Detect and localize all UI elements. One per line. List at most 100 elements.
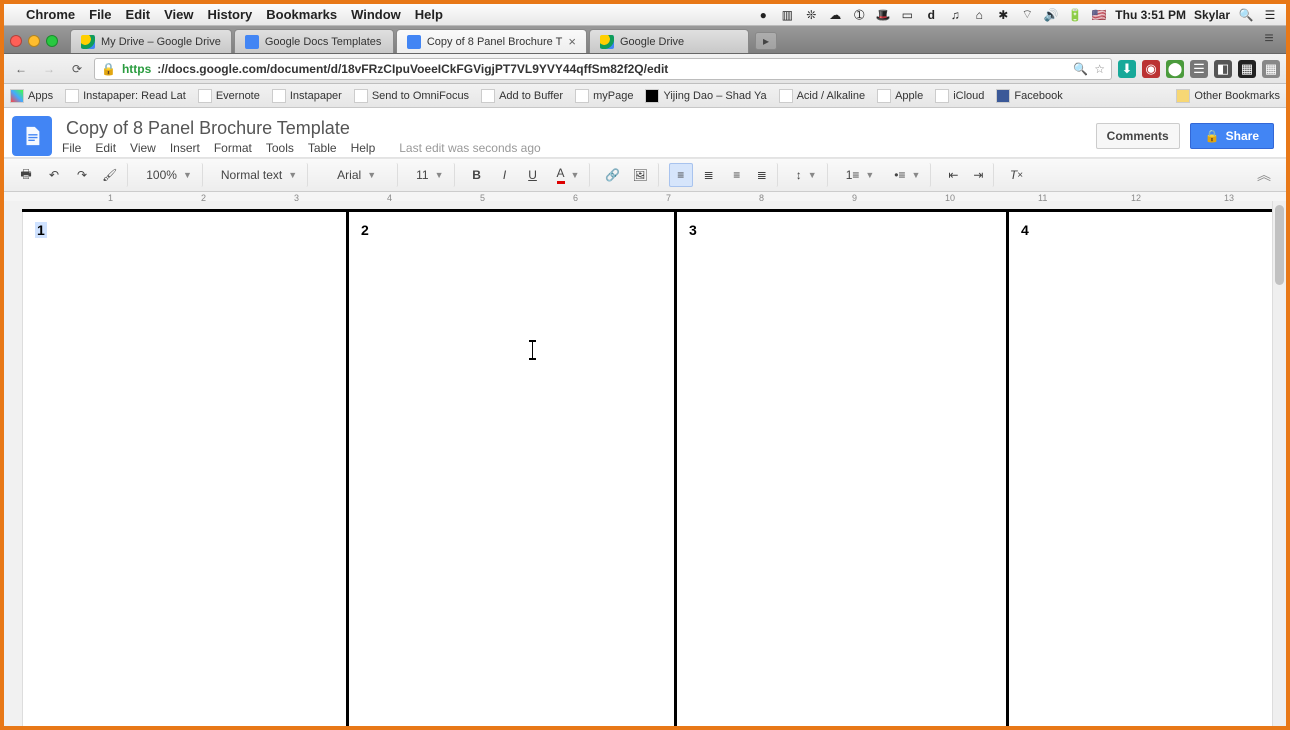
- volume-icon[interactable]: 🔊: [1043, 8, 1059, 22]
- bookmark-item[interactable]: Add to Buffer: [481, 89, 563, 103]
- underline-button[interactable]: U: [521, 163, 545, 187]
- mac-menu-history[interactable]: History: [207, 7, 252, 22]
- scrollbar-thumb[interactable]: [1275, 205, 1284, 285]
- apps-button[interactable]: Apps: [10, 89, 53, 103]
- mac-menu-view[interactable]: View: [164, 7, 193, 22]
- menubar-icon[interactable]: ♫: [947, 8, 963, 22]
- window-close-button[interactable]: [10, 35, 22, 47]
- other-bookmarks-button[interactable]: Other Bookmarks: [1176, 89, 1280, 103]
- app-name[interactable]: Chrome: [26, 7, 75, 22]
- brochure-panel[interactable]: 1: [22, 212, 349, 726]
- bulleted-list-button[interactable]: •≡▼: [886, 163, 931, 187]
- extension-icon[interactable]: ⬤: [1166, 60, 1184, 78]
- menubar-icon[interactable]: ❊: [803, 8, 819, 22]
- align-center-button[interactable]: ≣: [697, 163, 721, 187]
- window-zoom-button[interactable]: [46, 35, 58, 47]
- bookmark-item[interactable]: Apple: [877, 89, 923, 103]
- comments-button[interactable]: Comments: [1096, 123, 1180, 149]
- bookmark-item[interactable]: myPage: [575, 89, 633, 103]
- menubar-icon[interactable]: 🎩: [875, 8, 891, 22]
- extension-icon[interactable]: ◧: [1214, 60, 1232, 78]
- menubar-icon[interactable]: ▭: [899, 8, 915, 22]
- document-page[interactable]: 1 2 3 4: [22, 209, 1276, 726]
- flag-icon[interactable]: 🇺🇸: [1091, 8, 1107, 22]
- clear-formatting-button[interactable]: T×: [1004, 163, 1028, 187]
- decrease-indent-button[interactable]: ⇤: [941, 163, 965, 187]
- insert-link-button[interactable]: 🔗: [600, 163, 624, 187]
- battery-icon[interactable]: 🔋: [1067, 8, 1083, 22]
- extension-icon[interactable]: ▦: [1262, 60, 1280, 78]
- bookmark-item[interactable]: Acid / Alkaline: [779, 89, 865, 103]
- bookmark-item[interactable]: Send to OmniFocus: [354, 89, 469, 103]
- italic-button[interactable]: I: [493, 163, 517, 187]
- align-right-button[interactable]: ≡: [725, 163, 749, 187]
- menubar-icon[interactable]: ➀: [851, 8, 867, 22]
- brochure-panel[interactable]: 4: [1009, 212, 1276, 726]
- menubar-user[interactable]: Skylar: [1194, 8, 1230, 22]
- print-button[interactable]: 🖶: [14, 163, 38, 187]
- paint-format-button[interactable]: 🖌: [98, 163, 128, 187]
- docs-menu-table[interactable]: Table: [308, 141, 337, 155]
- mac-menu-file[interactable]: File: [89, 7, 111, 22]
- browser-tab-active[interactable]: Copy of 8 Panel Brochure T ×: [396, 29, 587, 53]
- insert-image-button[interactable]: 🖼: [628, 163, 658, 187]
- tab-close-button[interactable]: ×: [568, 34, 576, 49]
- mac-menu-window[interactable]: Window: [351, 7, 401, 22]
- bookmark-item[interactable]: Evernote: [198, 89, 260, 103]
- extension-icon[interactable]: ▦: [1238, 60, 1256, 78]
- nav-forward-button[interactable]: →: [38, 58, 60, 80]
- brochure-panel[interactable]: 2: [349, 212, 677, 726]
- bookmark-item[interactable]: Yijing Dao – Shad Ya: [645, 89, 766, 103]
- numbered-list-button[interactable]: 1≡▼: [838, 163, 883, 187]
- star-icon[interactable]: ☆: [1094, 62, 1105, 76]
- align-justify-button[interactable]: ≣: [753, 163, 778, 187]
- docs-menu-edit[interactable]: Edit: [95, 141, 116, 155]
- document-title[interactable]: Copy of 8 Panel Brochure Template: [62, 116, 1086, 141]
- mac-menu-help[interactable]: Help: [415, 7, 443, 22]
- new-tab-button[interactable]: ▸: [755, 32, 777, 50]
- docs-menu-view[interactable]: View: [130, 141, 156, 155]
- zoom-dropdown[interactable]: 100%▼: [138, 163, 203, 187]
- align-left-button[interactable]: ≡: [669, 163, 693, 187]
- styles-dropdown[interactable]: Normal text▼: [213, 163, 308, 187]
- document-canvas[interactable]: 1 2 3 4: [4, 201, 1286, 726]
- vertical-scrollbar[interactable]: [1272, 201, 1286, 726]
- menubar-clock[interactable]: Thu 3:51 PM: [1115, 8, 1186, 22]
- font-size-dropdown[interactable]: 11▼: [408, 163, 454, 187]
- mac-menu-edit[interactable]: Edit: [126, 7, 151, 22]
- mac-menu-bookmarks[interactable]: Bookmarks: [266, 7, 337, 22]
- extension-icon[interactable]: ⬇: [1118, 60, 1136, 78]
- chrome-menu-icon[interactable]: ≡: [1258, 28, 1280, 50]
- increase-indent-button[interactable]: ⇥: [969, 163, 994, 187]
- docs-menu-insert[interactable]: Insert: [170, 141, 200, 155]
- line-spacing-button[interactable]: ↕▼: [788, 163, 828, 187]
- notification-center-icon[interactable]: ☰: [1262, 8, 1278, 22]
- nav-back-button[interactable]: ←: [10, 58, 32, 80]
- text-color-button[interactable]: A▼: [549, 163, 591, 187]
- menubar-icon[interactable]: ●: [755, 8, 771, 22]
- extension-icon[interactable]: ☰: [1190, 60, 1208, 78]
- font-dropdown[interactable]: Arial▼: [318, 163, 398, 187]
- bookmark-item[interactable]: Facebook: [996, 89, 1062, 103]
- menubar-icon[interactable]: d: [923, 8, 939, 22]
- bold-button[interactable]: B: [465, 163, 489, 187]
- zoom-icon[interactable]: 🔍: [1073, 62, 1088, 76]
- browser-tab[interactable]: My Drive – Google Drive: [70, 29, 232, 53]
- spotlight-icon[interactable]: 🔍: [1238, 8, 1254, 22]
- menubar-icon[interactable]: ⌂: [971, 8, 987, 22]
- wifi-icon[interactable]: ⌔: [1019, 7, 1035, 22]
- window-minimize-button[interactable]: [28, 35, 40, 47]
- docs-menu-help[interactable]: Help: [351, 141, 376, 155]
- browser-tab[interactable]: Google Docs Templates: [234, 29, 394, 53]
- nav-reload-button[interactable]: ⟳: [66, 58, 88, 80]
- share-button[interactable]: 🔒 Share: [1190, 123, 1274, 149]
- address-bar[interactable]: 🔒 https ://docs.google.com/document/d/18…: [94, 58, 1112, 80]
- undo-button[interactable]: ↶: [42, 163, 66, 187]
- bookmark-item[interactable]: Instapaper: Read Lat: [65, 89, 186, 103]
- redo-button[interactable]: ↷: [70, 163, 94, 187]
- docs-menu-tools[interactable]: Tools: [266, 141, 294, 155]
- bluetooth-icon[interactable]: ✱: [995, 8, 1011, 22]
- bookmark-item[interactable]: iCloud: [935, 89, 984, 103]
- menubar-icon[interactable]: ☁: [827, 8, 843, 22]
- extension-icon[interactable]: ◉: [1142, 60, 1160, 78]
